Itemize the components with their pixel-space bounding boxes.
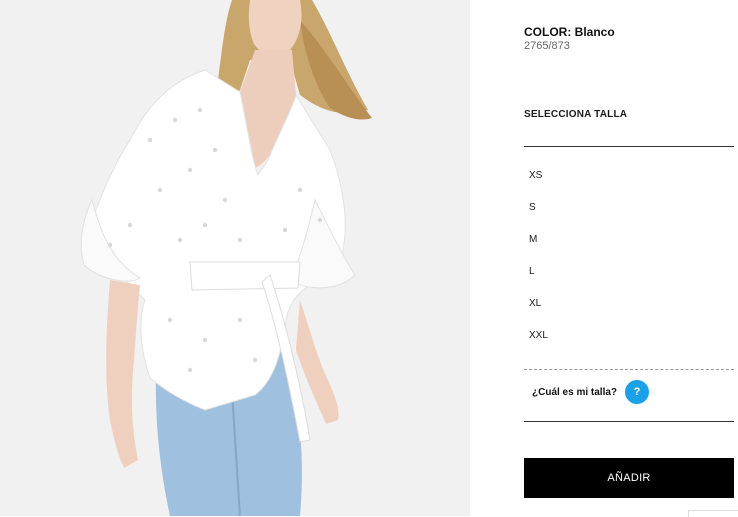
product-color: COLOR: Blanco — [524, 25, 615, 39]
product-image[interactable] — [0, 0, 470, 516]
size-help-label: ¿Cuál es mi talla? — [532, 386, 618, 398]
add-to-cart-button[interactable]: AÑADIR — [524, 458, 734, 498]
color-label: COLOR: — [524, 25, 572, 39]
size-option-s[interactable]: S — [524, 192, 734, 224]
size-divider-dashed — [524, 369, 734, 370]
product-info-panel: COLOR: Blanco 2765/873 SELECCIONA TALLA … — [524, 0, 734, 516]
product-reference: 2765/873 — [524, 40, 570, 52]
size-list: XS S M L XL XXL — [524, 160, 734, 352]
size-help-link[interactable]: ¿Cuál es mi talla? ? — [532, 380, 650, 404]
help-question-icon[interactable]: ? — [625, 380, 650, 404]
size-option-m[interactable]: M — [524, 224, 734, 256]
size-option-xl[interactable]: XL — [524, 288, 734, 320]
size-option-xxl[interactable]: XXL — [524, 320, 734, 352]
size-divider-top — [524, 146, 734, 147]
size-selector-title: SELECCIONA TALLA — [524, 109, 628, 120]
color-value: Blanco — [574, 25, 615, 39]
size-option-xs[interactable]: XS — [524, 160, 734, 192]
size-divider-bottom — [524, 421, 734, 422]
size-option-l[interactable]: L — [524, 256, 734, 288]
model-illustration — [0, 0, 470, 516]
